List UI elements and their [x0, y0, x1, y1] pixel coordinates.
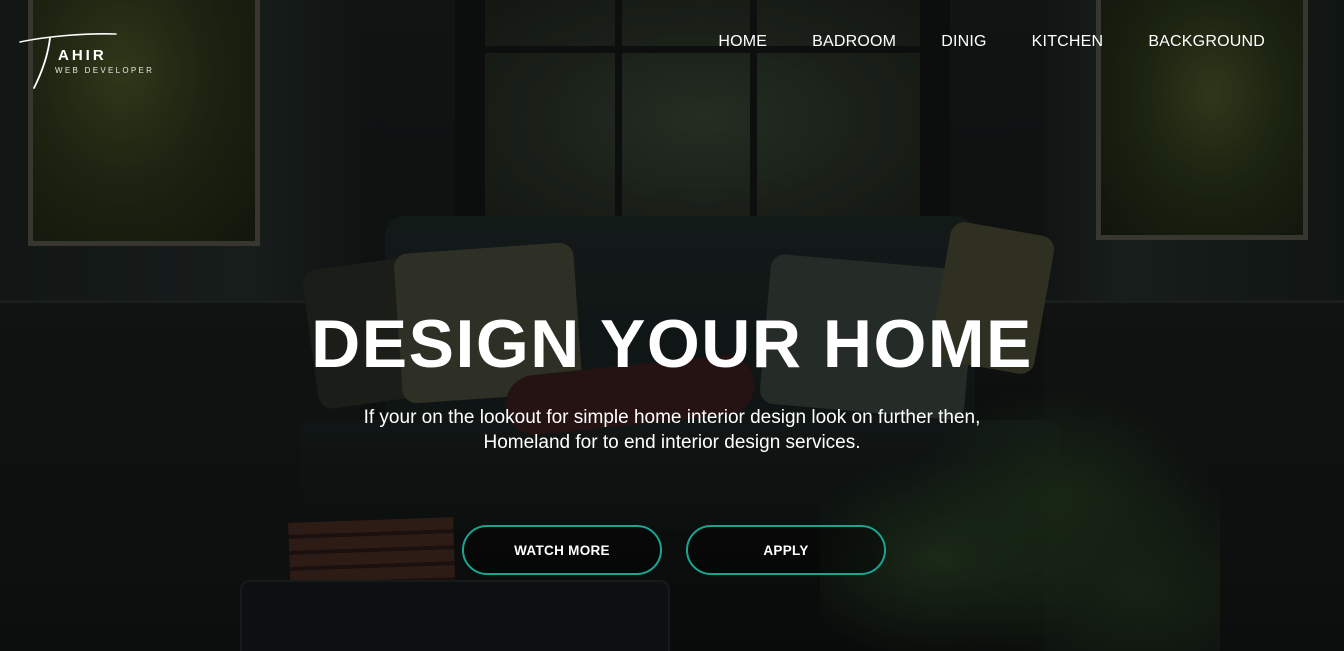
nav-item-background[interactable]: BACKGROUND [1148, 33, 1265, 51]
watch-more-button[interactable]: WATCH MORE [462, 525, 662, 575]
brand-name: AHIR [58, 47, 107, 64]
hero-description-line-2: Homeland for to end interior design serv… [483, 432, 861, 453]
hero-title: DESIGN YOUR HOME [311, 306, 1033, 382]
nav-item-home[interactable]: HOME [718, 33, 767, 51]
brand-tagline: WEB DEVELOPER [55, 66, 155, 75]
nav-item-badroom[interactable]: BADROOM [812, 33, 896, 51]
hero-description-line-1: If your on the lookout for simple home i… [363, 407, 981, 428]
nav-item-dinig[interactable]: DINIG [941, 33, 986, 51]
hero-description: If your on the lookout for simple home i… [322, 405, 1022, 455]
brand-logo[interactable]: AHIR WEB DEVELOPER [18, 30, 188, 92]
main-nav: HOME BADROOM DINIG KITCHEN BACKGROUND [718, 33, 1265, 51]
nav-item-kitchen[interactable]: KITCHEN [1032, 33, 1104, 51]
apply-button[interactable]: APPLY [686, 525, 886, 575]
